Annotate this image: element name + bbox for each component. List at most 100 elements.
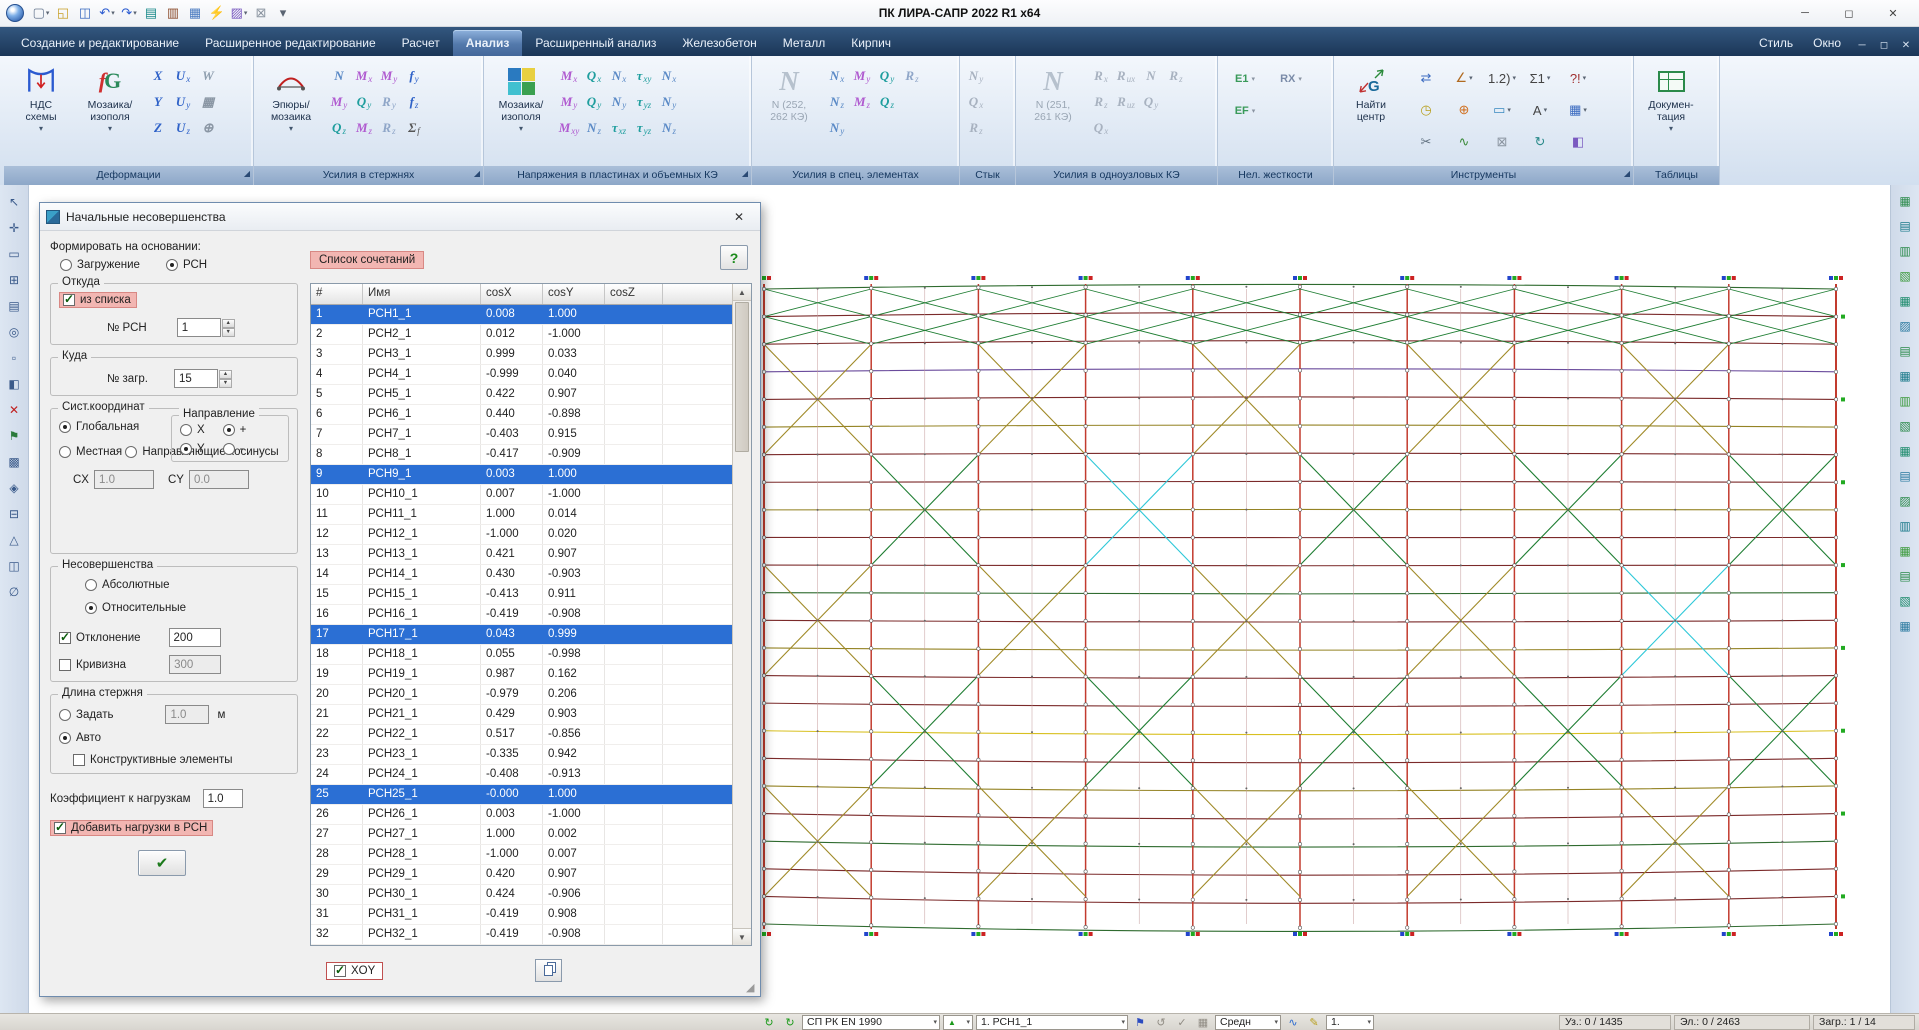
grid-state-icon[interactable]: ▦ bbox=[1194, 1015, 1212, 1030]
empty-set-icon[interactable]: ∅ bbox=[4, 581, 25, 602]
table-row-9[interactable]: 9РСН9_10.0031.000 bbox=[311, 465, 732, 485]
package-icon[interactable]: ▨▾ bbox=[228, 2, 250, 24]
ribbon-letter-My[interactable]: My bbox=[377, 62, 401, 87]
table-steel-icon[interactable]: ▤ bbox=[1895, 465, 1916, 486]
radio-absolute[interactable]: Абсолютные bbox=[85, 579, 170, 591]
radio-rsn[interactable]: РСН bbox=[166, 259, 207, 271]
radio-zagruzhenie[interactable]: Загружение bbox=[60, 259, 140, 271]
diamond-icon[interactable]: ◈ bbox=[4, 477, 25, 498]
find-center-button[interactable]: GНайти центр bbox=[1338, 59, 1404, 161]
ribbon-letter-Qz[interactable]: Qz bbox=[875, 88, 899, 113]
ribbon-letter-Nx[interactable]: Nx bbox=[657, 62, 681, 87]
number-select[interactable]: 1.▾ bbox=[1326, 1015, 1374, 1030]
stiffness-e1-button[interactable]: E1▾ bbox=[1222, 63, 1268, 95]
table-row-7[interactable]: 7РСН7_1-0.4030.915 bbox=[311, 425, 732, 445]
table-react-icon[interactable]: ▦ bbox=[1895, 365, 1916, 386]
table-row-5[interactable]: 5РСН5_10.4220.907 bbox=[311, 385, 732, 405]
radio-y[interactable]: Y bbox=[180, 443, 205, 455]
table-row-10[interactable]: 10РСН10_10.007-1.000 bbox=[311, 485, 732, 505]
spec-elements-n-button[interactable]: NN (252, 262 КЭ) bbox=[756, 59, 822, 161]
group-launcher-icon[interactable]: ◢ bbox=[1624, 166, 1630, 183]
tool-icon-2[interactable]: ∠▾ bbox=[1445, 62, 1483, 94]
tool-icon-3[interactable]: 1.2)▾ bbox=[1483, 62, 1521, 94]
from-list-checkbox[interactable]: из списка bbox=[59, 292, 137, 308]
layers-icon[interactable]: ▤ bbox=[4, 295, 25, 316]
ribbon-tab-расширенное-редактирование[interactable]: Расширенное редактирование bbox=[192, 30, 389, 56]
radio-auto-length[interactable]: Авто bbox=[59, 732, 101, 744]
delete-icon[interactable]: ✕ bbox=[4, 399, 25, 420]
table-combi-icon[interactable]: ▥ bbox=[1895, 390, 1916, 411]
ribbon-letter-Rux[interactable]: Rux bbox=[1114, 62, 1138, 87]
ribbon-letter-Ny[interactable]: Ny bbox=[825, 114, 849, 139]
app-logo-icon[interactable] bbox=[6, 4, 24, 22]
ribbon-tab-создание-и-редактирование[interactable]: Создание и редактирование bbox=[8, 30, 192, 56]
radio-global[interactable]: Глобальная bbox=[59, 421, 139, 433]
doc-minimize-icon[interactable]: ─ bbox=[1851, 34, 1873, 56]
table-doc-icon[interactable]: ▥ bbox=[1895, 515, 1916, 536]
ribbon-tab-анализ[interactable]: Анализ bbox=[453, 30, 523, 56]
open-icon[interactable]: ◱ bbox=[52, 2, 74, 24]
ribbon-letter-Y[interactable]: Y bbox=[146, 88, 170, 113]
ribbon-letter-Mz[interactable]: Mz bbox=[850, 88, 874, 113]
group-launcher-icon[interactable]: ◢ bbox=[742, 166, 748, 183]
undo-state-icon[interactable]: ↺ bbox=[1152, 1015, 1170, 1030]
qat-more-icon[interactable]: ▾ bbox=[272, 2, 294, 24]
table-row-21[interactable]: 21РСН21_10.4290.903 bbox=[311, 705, 732, 725]
ribbon-letter-Rz[interactable]: Rz bbox=[964, 114, 988, 139]
table-rsu-icon[interactable]: ▧ bbox=[1895, 415, 1916, 436]
rsn-number-spinner[interactable]: ▲▼ bbox=[222, 319, 235, 337]
dialog-title-bar[interactable]: Начальные несовершенства ✕ bbox=[40, 203, 760, 231]
add-loads-checkbox[interactable]: Добавить нагрузки в РСН bbox=[50, 820, 213, 836]
documentation-button[interactable]: Докумен- тация▾ bbox=[1638, 59, 1704, 161]
table-row-31[interactable]: 31РСН31_1-0.4190.908 bbox=[311, 905, 732, 925]
ribbon-letter-Ny[interactable]: Ny bbox=[964, 62, 988, 87]
table-misc-icon[interactable]: ▦ bbox=[1895, 615, 1916, 636]
tool-icon-10[interactable]: ▦▾ bbox=[1559, 94, 1597, 126]
table-row-12[interactable]: 12РСН12_1-1.0000.020 bbox=[311, 525, 732, 545]
ribbon-letter-⊕[interactable]: ⊕ bbox=[196, 114, 220, 139]
ribbon-letter-Qx[interactable]: Qx bbox=[582, 62, 606, 87]
copy-button[interactable] bbox=[535, 959, 562, 982]
table-row-32[interactable]: 32РСН32_1-0.419-0.908 bbox=[311, 925, 732, 945]
triangle-icon[interactable]: △ bbox=[4, 529, 25, 550]
table-row-22[interactable]: 22РСН22_10.517-0.856 bbox=[311, 725, 732, 745]
table-elements-icon[interactable]: ▤ bbox=[1895, 215, 1916, 236]
table-results-icon[interactable]: ▧ bbox=[1895, 265, 1916, 286]
ribbon-letter-Mx[interactable]: Mx bbox=[557, 62, 581, 87]
save-icon[interactable]: ◫ bbox=[74, 2, 96, 24]
ribbon-letter-Nz[interactable]: Nz bbox=[825, 88, 849, 113]
table-row-15[interactable]: 15РСН15_1-0.4130.911 bbox=[311, 585, 732, 605]
radio-relative[interactable]: Относительные bbox=[85, 602, 186, 614]
table-row-1[interactable]: 1РСН1_10.0081.000 bbox=[311, 305, 732, 325]
tool-icon-13[interactable]: ⊠ bbox=[1483, 126, 1521, 158]
ribbon-letter-Qy[interactable]: Qy bbox=[1139, 88, 1163, 113]
tool-icon-9[interactable]: A▾ bbox=[1521, 94, 1559, 126]
column-header-cosZ[interactable]: cosZ bbox=[605, 284, 663, 304]
ribbon-letter-Rz[interactable]: Rz bbox=[1089, 88, 1113, 113]
scroll-down-icon[interactable]: ▼ bbox=[733, 928, 751, 945]
half-view-icon[interactable]: ◧ bbox=[4, 373, 25, 394]
ribbon-letter-Ry[interactable]: Ry bbox=[377, 88, 401, 113]
tool-icon-4[interactable]: Σ1▾ bbox=[1521, 62, 1559, 94]
minimize-icon[interactable]: ─ bbox=[1783, 0, 1827, 26]
table-row-27[interactable]: 27РСН27_11.0000.002 bbox=[311, 825, 732, 845]
refresh-results-icon[interactable]: ↻ bbox=[760, 1015, 778, 1030]
tool-icon-5[interactable]: ?!▾ bbox=[1559, 62, 1597, 94]
table-nodes-icon[interactable]: ▦ bbox=[1895, 190, 1916, 211]
ribbon-letter-Uy[interactable]: Uy bbox=[171, 88, 195, 113]
table-row-4[interactable]: 4РСН4_1-0.9990.040 bbox=[311, 365, 732, 385]
radio-minus[interactable]: - bbox=[223, 443, 247, 455]
dialog-close-icon[interactable]: ✕ bbox=[724, 206, 754, 228]
ribbon-letter-fy[interactable]: fy bbox=[402, 62, 426, 87]
pan-icon[interactable]: ✛ bbox=[4, 217, 25, 238]
apply-button[interactable]: ✔ bbox=[138, 850, 186, 876]
column-header-#[interactable]: # bbox=[311, 284, 363, 304]
table-row-24[interactable]: 24РСН24_1-0.408-0.913 bbox=[311, 765, 732, 785]
column-header-cosX[interactable]: cosX bbox=[481, 284, 543, 304]
table-row-8[interactable]: 8РСН8_1-0.417-0.909 bbox=[311, 445, 732, 465]
group-launcher-icon[interactable]: ◢ bbox=[244, 166, 250, 183]
ribbon-tab-кирпич[interactable]: Кирпич bbox=[838, 30, 904, 56]
ribbon-letter-Qy[interactable]: Qy bbox=[582, 88, 606, 113]
radio-plus[interactable]: + bbox=[223, 424, 247, 436]
ribbon-letter-Ruz[interactable]: Ruz bbox=[1114, 88, 1138, 113]
